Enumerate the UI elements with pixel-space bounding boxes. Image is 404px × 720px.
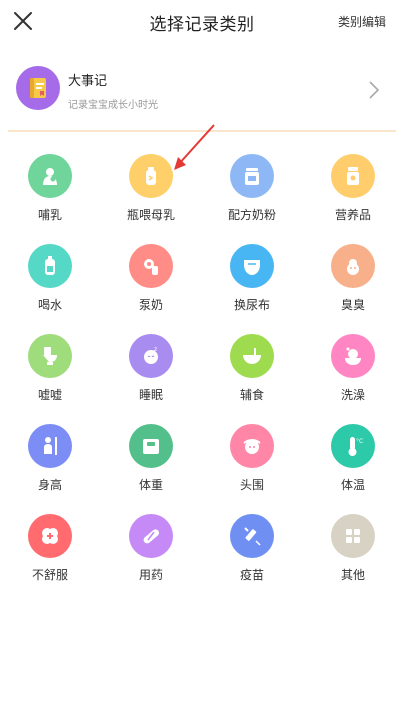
category-label: 泵奶	[138, 298, 163, 312]
category-item[interactable]: 泵奶	[101, 244, 201, 324]
breastfeeding-icon	[43, 168, 57, 185]
category-item[interactable]: 哺乳	[0, 154, 100, 234]
category-item[interactable]: 喝水	[0, 244, 100, 324]
event-icon-circle	[16, 66, 60, 110]
category-icon-circle	[129, 514, 173, 558]
category-icon-circle	[129, 424, 173, 468]
category-item[interactable]: 瓶喂母乳	[101, 154, 201, 234]
category-icon-circle	[28, 334, 72, 378]
other-grid-icon	[346, 529, 360, 543]
formula-milk-icon	[245, 168, 259, 185]
category-label: 用药	[138, 568, 163, 582]
category-item[interactable]: 换尿布	[202, 244, 302, 324]
category-label: 营养品	[334, 208, 371, 222]
height-measure-icon	[44, 437, 57, 455]
category-icon-circle	[331, 514, 375, 558]
category-icon-circle	[331, 244, 375, 288]
category-icon-circle	[230, 424, 274, 468]
category-icon-circle: z	[129, 334, 173, 378]
category-item[interactable]: 其他	[303, 514, 403, 594]
category-item[interactable]: 用药	[101, 514, 201, 594]
milestone-title: 大事记	[68, 74, 108, 89]
category-icon-circle	[28, 244, 72, 288]
category-label: 身高	[37, 478, 62, 492]
weight-scale-icon	[143, 439, 159, 454]
supplement-jar-icon	[347, 167, 359, 185]
poop-icon	[347, 259, 359, 275]
notebook-icon	[30, 78, 46, 98]
category-label: 疫苗	[239, 568, 264, 582]
svg-text:z: z	[154, 346, 157, 353]
category-item[interactable]: 体重	[101, 424, 201, 504]
category-icon-circle	[28, 424, 72, 468]
category-label: 洗澡	[340, 388, 365, 402]
category-icon-circle	[129, 154, 173, 198]
thermometer-icon: °C	[348, 437, 363, 456]
category-icon-circle	[129, 244, 173, 288]
category-item[interactable]: 身高	[0, 424, 100, 504]
category-item[interactable]: z 睡眠	[101, 334, 201, 414]
category-label: 瓶喂母乳	[126, 208, 175, 222]
category-icon-circle	[331, 154, 375, 198]
category-item[interactable]: 营养品	[303, 154, 403, 234]
svg-text:°C: °C	[356, 438, 363, 445]
category-item[interactable]: 头围	[202, 424, 302, 504]
category-item[interactable]: 嘘嘘	[0, 334, 100, 414]
category-icon-circle	[230, 154, 274, 198]
chevron-right-icon	[369, 81, 380, 99]
category-label: 换尿布	[233, 298, 270, 312]
category-label: 睡眠	[138, 388, 163, 402]
food-bowl-icon	[243, 348, 261, 364]
category-label: 头围	[239, 478, 264, 492]
water-bottle-icon	[45, 256, 55, 275]
pill-icon	[143, 529, 160, 544]
category-item[interactable]: 辅食	[202, 334, 302, 414]
first-aid-icon	[42, 528, 58, 544]
category-item[interactable]: 不舒服	[0, 514, 100, 594]
category-label: 体重	[138, 478, 163, 492]
syringe-icon	[244, 527, 261, 546]
category-icon-circle	[230, 334, 274, 378]
category-item[interactable]: 疫苗	[202, 514, 302, 594]
category-icon-circle	[28, 154, 72, 198]
category-label: 体温	[340, 478, 365, 492]
toilet-icon	[43, 347, 57, 365]
breast-pump-icon	[144, 259, 158, 275]
category-icon-circle: °C	[331, 424, 375, 468]
milestone-card[interactable]: 大事记 记录宝宝成长小时光	[8, 56, 396, 132]
category-icon-circle	[230, 244, 274, 288]
milestone-subtitle: 记录宝宝成长小时光	[68, 100, 158, 111]
bath-icon	[345, 347, 361, 365]
category-label: 不舒服	[31, 568, 68, 582]
category-label: 其他	[340, 568, 365, 582]
category-label: 配方奶粉	[227, 208, 276, 222]
category-icon-circle	[230, 514, 274, 558]
category-label: 臭臭	[340, 298, 365, 312]
category-item[interactable]: 配方奶粉	[202, 154, 302, 234]
category-edit-button[interactable]: 类别编辑	[338, 13, 386, 30]
category-icon-circle	[28, 514, 72, 558]
diaper-icon	[244, 260, 260, 275]
baby-bottle-icon	[146, 167, 156, 185]
category-label: 辅食	[239, 388, 264, 402]
sleeping-baby-icon: z	[144, 346, 158, 364]
category-label: 嘘嘘	[37, 388, 62, 402]
head-circumference-icon	[243, 439, 261, 454]
category-label: 喝水	[37, 298, 62, 312]
category-label: 哺乳	[37, 208, 62, 222]
category-icon-circle	[331, 334, 375, 378]
category-item[interactable]: °C 体温	[303, 424, 403, 504]
header-bar: 选择记录类别 类别编辑	[0, 0, 404, 44]
category-item[interactable]: 洗澡	[303, 334, 403, 414]
category-item[interactable]: 臭臭	[303, 244, 403, 324]
